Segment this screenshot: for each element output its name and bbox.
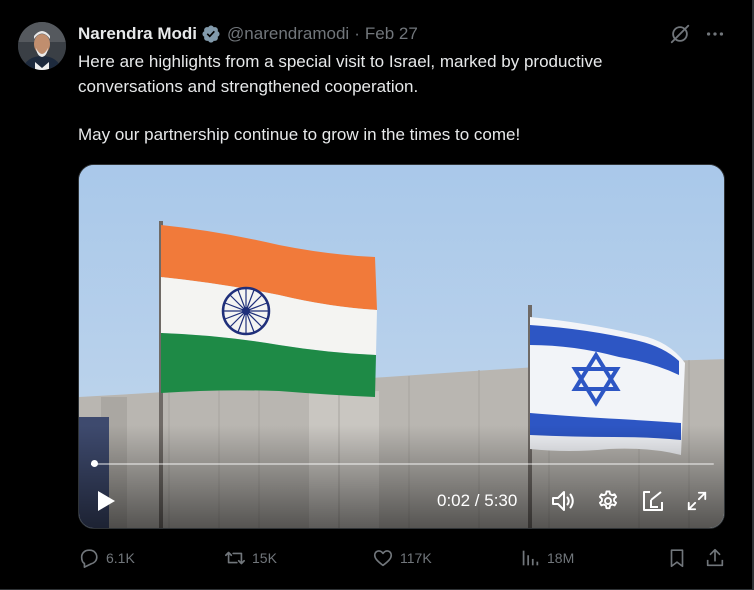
fullscreen-icon [687, 491, 707, 511]
fullscreen-button[interactable] [683, 487, 711, 515]
author-name[interactable]: Narendra Modi [78, 24, 197, 44]
avatar[interactable] [18, 22, 66, 70]
separator-dot: · [354, 24, 360, 43]
volume-button[interactable] [549, 487, 577, 515]
video-progress-bar[interactable] [91, 463, 714, 465]
views-button[interactable]: 18M [519, 546, 574, 570]
views-count: 18M [547, 550, 575, 566]
video-frame [79, 165, 724, 528]
repost-button[interactable]: 15K [224, 546, 277, 570]
video-player[interactable]: 0:02 / 5:30 [78, 164, 725, 529]
repost-count: 15K [252, 550, 277, 566]
picture-in-picture-button[interactable] [639, 487, 667, 515]
more-icon [706, 32, 724, 36]
reply-button[interactable]: 6.1K [78, 546, 135, 570]
like-button[interactable]: 117K [372, 546, 432, 570]
play-icon [98, 491, 115, 511]
settings-button[interactable] [594, 487, 622, 515]
views-icon [522, 550, 539, 566]
reply-count: 6.1K [106, 550, 135, 566]
reply-icon [80, 549, 98, 568]
pip-icon [643, 491, 663, 511]
bookmark-icon [670, 549, 684, 568]
repost-icon [225, 551, 245, 565]
bookmark-button[interactable] [666, 546, 694, 570]
grok-button[interactable] [668, 22, 692, 46]
verified-badge-icon [202, 25, 220, 43]
like-count: 117K [400, 550, 432, 566]
tweet-text-paragraph-1: Here are highlights from a special visit… [78, 52, 603, 96]
share-icon [706, 548, 724, 567]
volume-icon [552, 491, 574, 511]
avatar-image [18, 22, 66, 70]
more-button[interactable] [702, 22, 728, 46]
tweet-text: Here are highlights from a special visit… [78, 50, 708, 148]
tweet-text-paragraph-2: May our partnership continue to grow in … [78, 125, 521, 144]
tweet-actions: 6.1K 15K 117K 18M [78, 546, 728, 570]
author-handle[interactable]: @narendramodi [227, 24, 349, 44]
grok-icon [670, 24, 690, 44]
video-time: 0:02 / 5:30 [437, 491, 518, 510]
play-button[interactable] [93, 487, 119, 515]
share-button[interactable] [704, 546, 732, 570]
settings-icon [598, 490, 618, 510]
heart-icon [373, 550, 393, 567]
tweet-header: Narendra Modi @narendramodi · Feb 27 [78, 23, 418, 45]
tweet-date[interactable]: Feb 27 [365, 24, 418, 44]
